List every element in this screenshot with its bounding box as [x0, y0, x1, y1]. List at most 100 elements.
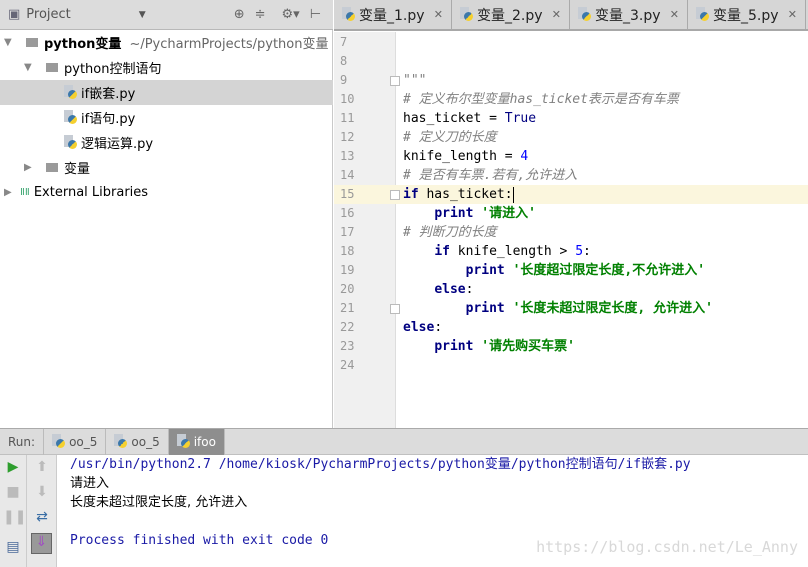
console-line: /usr/bin/python2.7 /home/kiosk/PycharmPr… — [70, 457, 691, 472]
code-token: print — [465, 263, 505, 278]
code-token: 5 — [575, 244, 584, 259]
line-number: 14 — [340, 168, 355, 182]
code-line[interactable]: # 是否有车票.若有,允许进入 — [403, 166, 577, 185]
line-number: 22 — [340, 320, 355, 334]
tree-item[interactable]: ▶ ⅡⅡ External Libraries — [0, 180, 333, 205]
tree-item[interactable]: if语句.py — [0, 105, 333, 130]
tree-item-path: ~/PycharmProjects/python变量 — [129, 37, 329, 52]
tree-item[interactable]: ▶ 变量 — [0, 155, 333, 180]
run-tab[interactable]: oo_5 — [44, 428, 107, 455]
line-number: 18 — [340, 244, 355, 258]
line-number: 21 — [340, 301, 355, 315]
tree-item[interactable]: 逻辑运算.py — [0, 130, 333, 155]
run-tab[interactable]: oo_5 — [106, 428, 169, 455]
fold-marker-icon[interactable] — [390, 304, 400, 314]
code-line[interactable]: print '长度未超过限定长度, 允许进入' — [403, 299, 713, 318]
code-line[interactable]: """ — [403, 71, 426, 90]
expanded-arrow-icon[interactable]: ▼ — [24, 62, 36, 73]
code-token: '请进入' — [473, 206, 536, 221]
folder-icon — [26, 38, 38, 47]
python-run-icon — [52, 434, 66, 449]
python-file-icon — [64, 85, 77, 100]
hide-panel-icon[interactable]: ⊢ — [310, 7, 321, 22]
tree-item[interactable]: if嵌套.py — [0, 80, 333, 105]
run-tab-label: oo_5 — [69, 434, 98, 449]
rerun-icon[interactable]: ▶ — [3, 459, 23, 475]
code-token: """ — [403, 73, 427, 88]
close-icon[interactable]: ✕ — [552, 8, 561, 21]
code-token: '长度未超过限定长度, 允许进入' — [504, 301, 713, 316]
folder-icon — [46, 163, 58, 172]
code-line[interactable]: else: — [403, 280, 473, 299]
code-line[interactable]: if has_ticket: — [403, 185, 514, 204]
expanded-arrow-icon[interactable]: ▼ — [4, 37, 16, 48]
code-line[interactable]: # 判断刀的长度 — [403, 223, 497, 242]
code-token: knife_length = — [403, 149, 521, 164]
code-token: # 判断刀的长度 — [403, 225, 497, 240]
close-icon[interactable]: ✕ — [788, 8, 797, 21]
soft-wrap-icon[interactable]: ⇄ — [32, 509, 52, 525]
run-side-toolbar-2: ⬆ ⬇ ⇄ ⇓ — [27, 455, 57, 567]
code-token: : — [465, 282, 474, 297]
run-tab-label: oo_5 — [131, 434, 160, 449]
code-token: has_ticket = — [403, 111, 505, 126]
tree-item-label: python控制语句 — [64, 62, 162, 77]
collapsed-arrow-icon[interactable]: ▶ — [4, 187, 16, 198]
code-token: '请先购买车票' — [473, 339, 575, 354]
code-line[interactable]: # 定义布尔型变量has_ticket表示是否有车票 — [403, 90, 679, 109]
code-token: print — [465, 301, 505, 316]
folder-icon — [46, 63, 58, 72]
project-view-icon: ▣ — [8, 7, 21, 22]
python-file-icon — [696, 7, 709, 22]
console-line: Process finished with exit code 0 — [70, 533, 329, 548]
chevron-down-icon[interactable]: ▼ — [139, 10, 146, 20]
tree-item[interactable]: ▼ python控制语句 — [0, 55, 333, 80]
close-icon[interactable]: ✕ — [670, 8, 679, 21]
code-line[interactable]: else: — [403, 318, 442, 337]
fold-marker-icon[interactable] — [390, 76, 400, 86]
editor-tab[interactable]: 变量_1.py ✕ — [334, 0, 452, 29]
pause-icon[interactable]: ❚❚ — [3, 509, 26, 525]
line-number: 10 — [340, 92, 355, 106]
editor-tab[interactable]: 变量_5.py ✕ — [688, 0, 806, 29]
line-number: 23 — [340, 339, 355, 353]
run-tab-label: ifoo — [193, 434, 216, 449]
code-line[interactable]: # 定义刀的长度 — [403, 128, 497, 147]
python-file-icon — [64, 110, 77, 125]
project-view-selector[interactable]: Project — [26, 7, 70, 22]
console-line: 长度未超过限定长度, 允许进入 — [70, 495, 248, 510]
scroll-to-end-icon[interactable]: ⇓ — [31, 533, 52, 554]
code-line[interactable]: print '请先购买车票' — [403, 337, 575, 356]
code-line[interactable]: print '请进入' — [403, 204, 536, 223]
collapse-all-icon[interactable]: ≑ — [255, 7, 266, 22]
arrow-down-icon[interactable]: ⬇ — [32, 484, 52, 500]
run-tab[interactable]: ifoo — [168, 428, 225, 455]
code-line[interactable]: knife_length = 4 — [403, 147, 528, 166]
layout-icon[interactable]: ▤ — [3, 539, 23, 555]
code-token: has_ticket: — [418, 187, 513, 202]
line-number: 20 — [340, 282, 355, 296]
editor-tab[interactable]: 变量_3.py ✕ — [570, 0, 688, 29]
locate-icon[interactable]: ⊕ — [234, 7, 245, 22]
code-token: else — [403, 320, 435, 335]
line-number: 13 — [340, 149, 355, 163]
code-line[interactable]: print '长度超过限定长度,不允许进入' — [403, 261, 705, 280]
gear-icon[interactable]: ⚙▾ — [282, 7, 300, 22]
fold-marker-icon[interactable] — [390, 190, 400, 200]
code-line[interactable]: if knife_length > 5: — [403, 242, 591, 261]
tree-item-label: 逻辑运算.py — [81, 137, 154, 152]
tree-item-label: 变量 — [64, 162, 91, 177]
collapsed-arrow-icon[interactable]: ▶ — [24, 162, 36, 173]
code-line[interactable]: has_ticket = True — [403, 109, 536, 128]
code-token: '长度超过限定长度,不允许进入' — [504, 263, 706, 278]
stop-icon[interactable]: ■ — [3, 484, 23, 500]
close-icon[interactable]: ✕ — [434, 8, 443, 21]
tree-item[interactable]: ▼ python变量 ~/PycharmProjects/python变量 — [0, 30, 333, 55]
arrow-up-icon[interactable]: ⬆ — [32, 459, 52, 475]
editor-tab[interactable]: 变量_2.py ✕ — [452, 0, 570, 29]
